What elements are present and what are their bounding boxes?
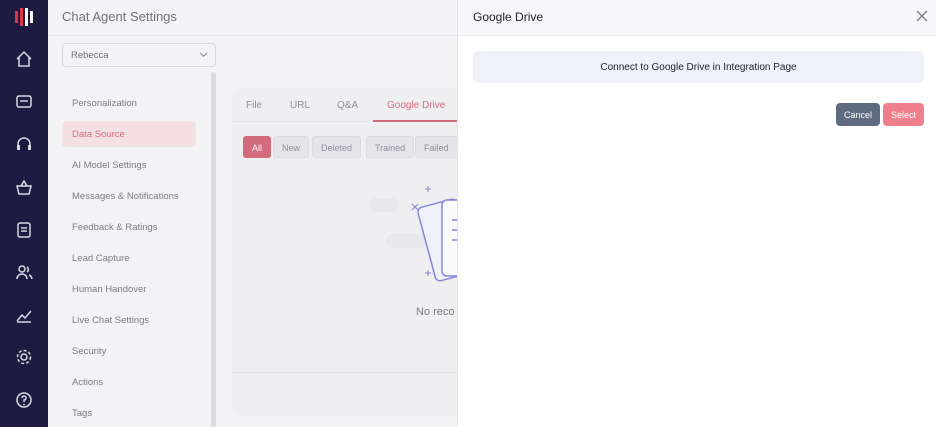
headset-icon[interactable] [14,134,34,154]
drawer-title: Google Drive [473,10,544,24]
background-dim-overlay[interactable] [48,0,457,427]
select-button[interactable]: Select [883,103,924,126]
logo-icon [15,8,33,26]
help-icon[interactable] [14,390,34,410]
notes-icon[interactable] [14,220,34,240]
google-drive-drawer: Google Drive Connect to Google Drive in … [457,0,936,427]
drawer-header: Google Drive [458,0,936,36]
integration-notice-text: Connect to Google Drive in Integration P… [600,62,797,73]
users-icon[interactable] [14,262,34,282]
settings-icon[interactable] [14,347,34,367]
basket-icon[interactable] [14,177,34,197]
left-rail [0,0,48,427]
close-icon[interactable] [916,10,928,22]
integration-notice[interactable]: Connect to Google Drive in Integration P… [473,51,924,83]
home-icon[interactable] [14,49,34,69]
cancel-button[interactable]: Cancel [836,103,880,126]
chat-icon[interactable] [14,92,34,112]
analytics-icon[interactable] [14,305,34,325]
